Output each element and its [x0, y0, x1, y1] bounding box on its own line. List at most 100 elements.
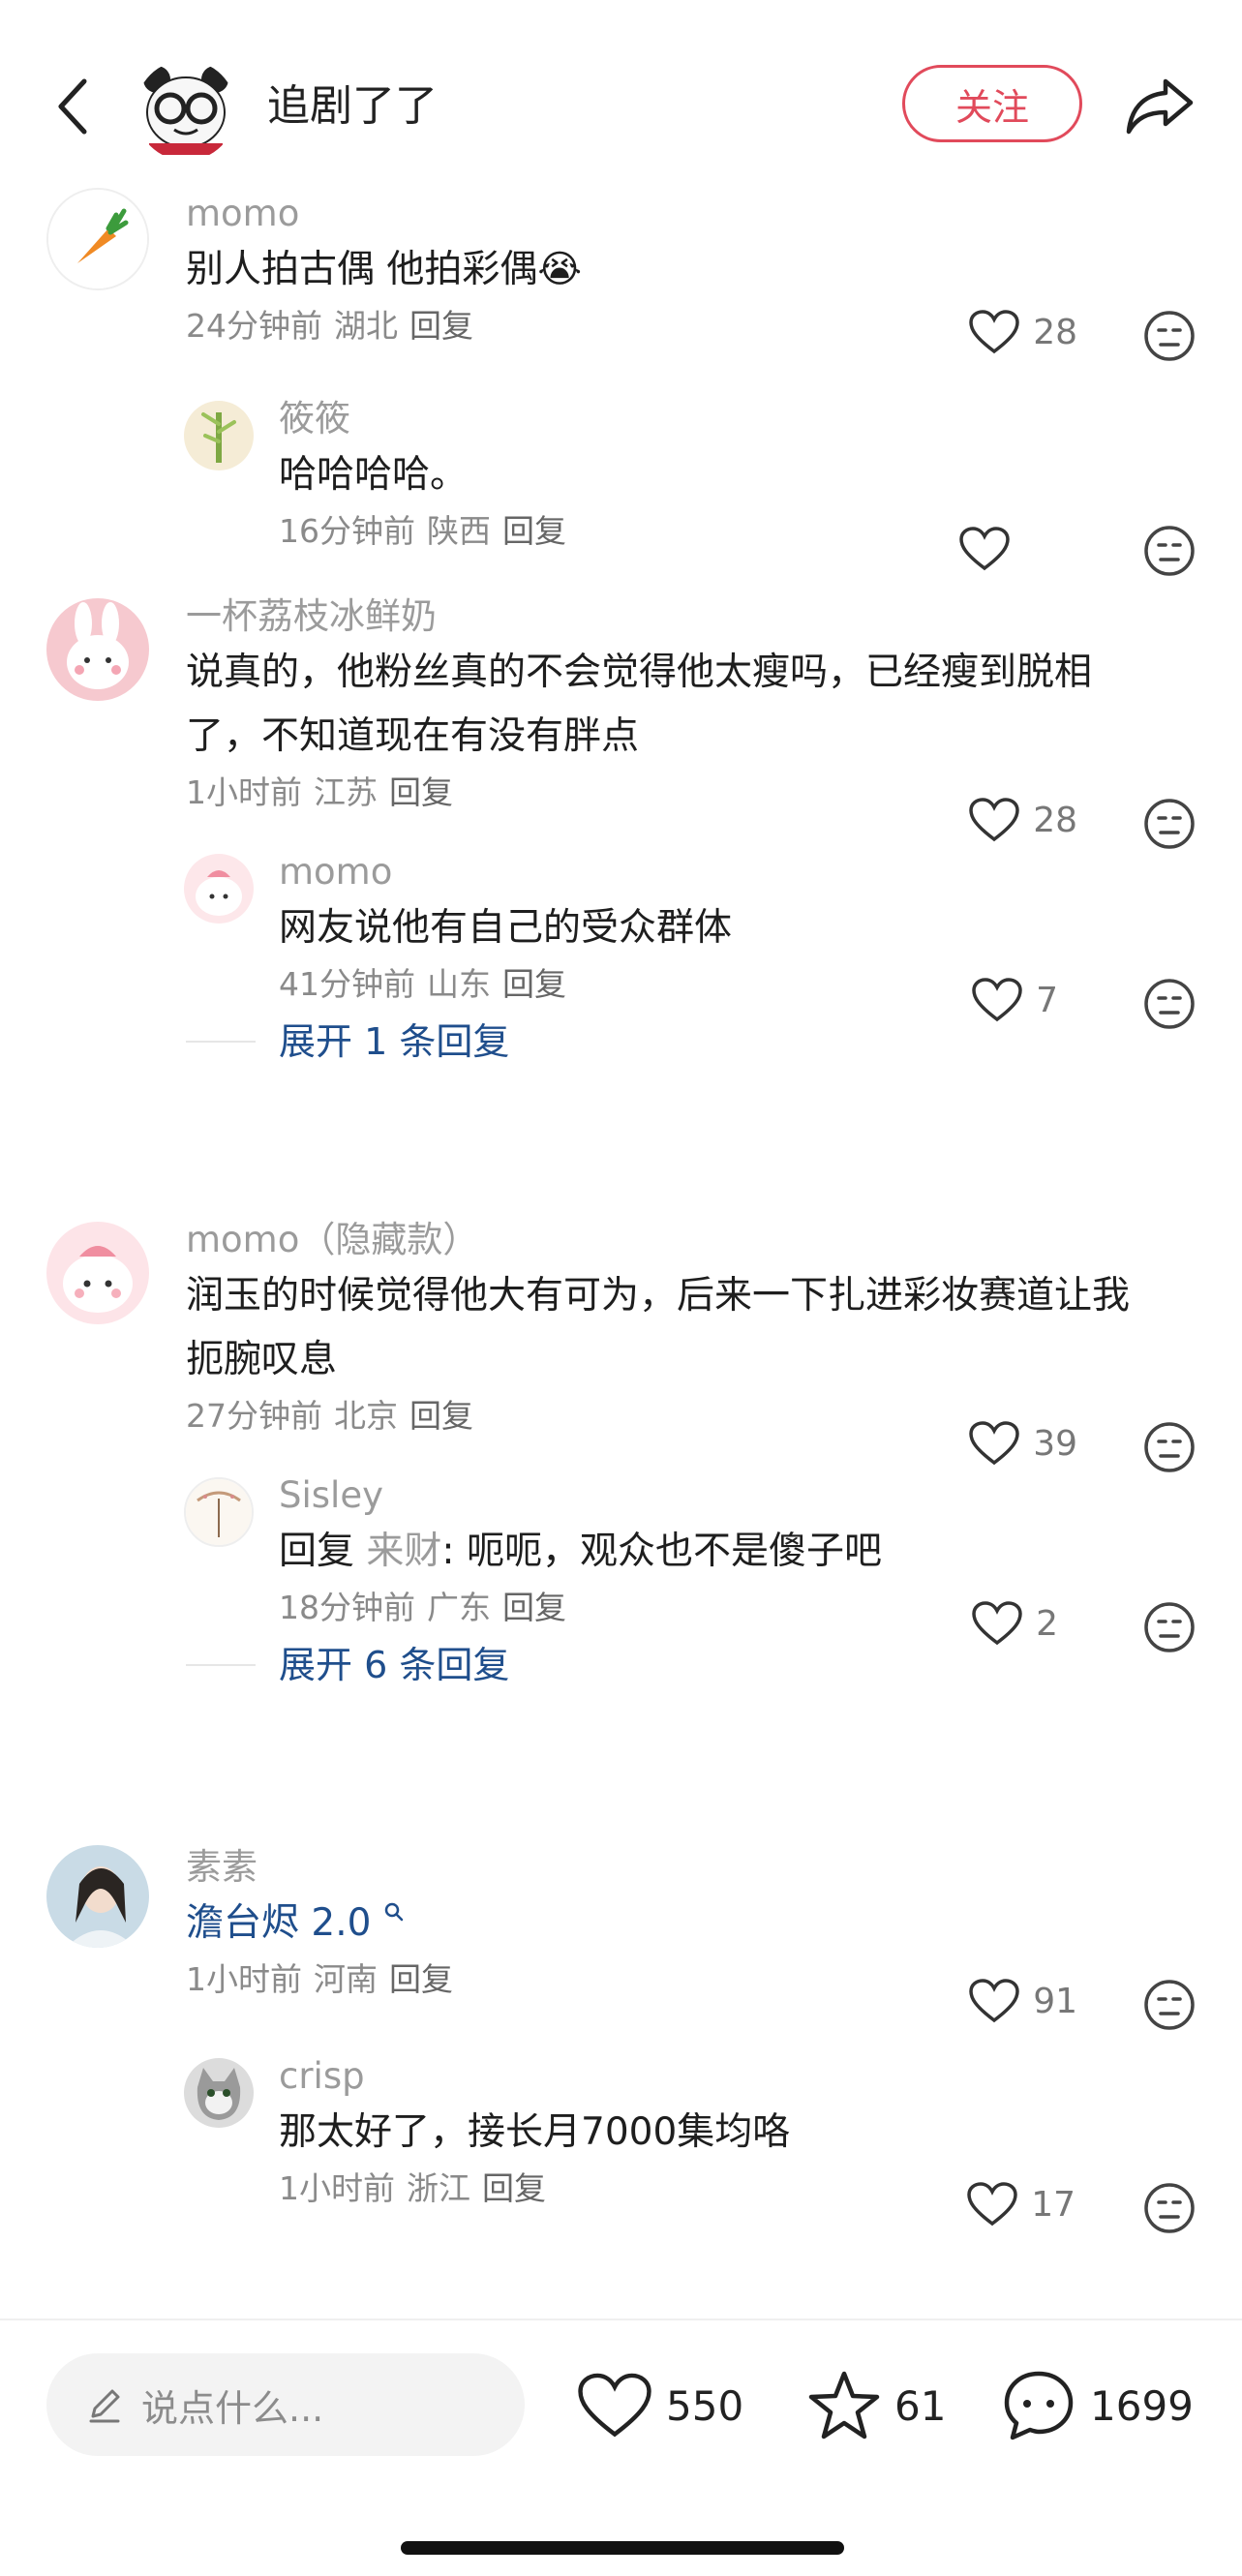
- like-post-button[interactable]: 550: [577, 2359, 743, 2452]
- comment-text: 回复 来财: 呃呃，观众也不是傻子吧: [279, 1520, 1136, 1584]
- like-count: 28: [1033, 800, 1077, 840]
- chevron-left-icon: [58, 78, 87, 135]
- avatar[interactable]: [46, 1845, 149, 1948]
- meh-face-icon[interactable]: [1143, 2182, 1196, 2234]
- expand-replies-label[interactable]: 展开 6 条回复: [279, 1640, 509, 1690]
- comment-username[interactable]: 一杯荔枝冰鲜奶: [186, 592, 1136, 641]
- like-button[interactable]: 91: [969, 1979, 1077, 2023]
- comment-username[interactable]: momo: [186, 190, 1136, 238]
- like-button[interactable]: 17: [967, 2182, 1075, 2227]
- like-button[interactable]: 28: [969, 310, 1077, 354]
- comment-thread: momo 别人拍古偶 他拍彩偶😭 24分钟前 湖北 回复 28 筱筱 哈哈哈哈。…: [0, 174, 1242, 585]
- quoted-username[interactable]: 来财: [366, 1530, 441, 1573]
- like-count: 17: [1031, 2184, 1075, 2225]
- reply-item[interactable]: momo 网友说他有自己的受众群体 41分钟前 山东 回复 7: [0, 848, 1242, 1029]
- meh-face-icon[interactable]: [1143, 1979, 1196, 2031]
- favorite-button[interactable]: 61: [807, 2359, 946, 2452]
- heart-icon: [969, 798, 1019, 842]
- panda-glasses-avatar-icon: [136, 60, 236, 161]
- meh-face-icon[interactable]: [1143, 1421, 1196, 1473]
- comment-thread: momo（隐藏款） 润玉的时候觉得他大有可为，后来一下扎进彩妆赛道让我扼腕叹息 …: [0, 1208, 1242, 1832]
- comment-time: 27分钟前: [186, 1397, 322, 1435]
- avatar[interactable]: [184, 2058, 254, 2128]
- comment-location: 广东: [427, 1589, 491, 1626]
- expand-replies[interactable]: 展开 6 条回复: [0, 1626, 1242, 1704]
- comment-list: momo 别人拍古偶 他拍彩偶😭 24分钟前 湖北 回复 28 筱筱 哈哈哈哈。…: [0, 174, 1242, 2277]
- comment-username[interactable]: 筱筱: [279, 395, 1136, 443]
- comment-username[interactable]: momo（隐藏款）: [186, 1216, 1136, 1264]
- avatar[interactable]: [46, 188, 149, 290]
- reply-link[interactable]: 回复: [389, 773, 453, 811]
- avatar[interactable]: [184, 401, 254, 470]
- cat-avatar-icon: [184, 2058, 254, 2128]
- comments-button[interactable]: 1699: [1001, 2359, 1194, 2452]
- comment-text: 别人拍古偶 他拍彩偶😭: [186, 238, 1136, 302]
- meh-face-icon[interactable]: [1143, 798, 1196, 850]
- carrot-avatar-icon: [48, 190, 147, 288]
- comment-text: 网友说他有自己的受众群体: [279, 906, 733, 950]
- reply-link[interactable]: 回复: [502, 965, 566, 1003]
- reply-item[interactable]: Sisley 回复 来财: 呃呃，观众也不是傻子吧 18分钟前 广东 回复 2: [0, 1471, 1242, 1652]
- comment-count: 1699: [1090, 2381, 1194, 2430]
- bottom-action-bar: 说点什么... 550 61 1699: [0, 2318, 1242, 2576]
- comment-item[interactable]: momo 别人拍古偶 他拍彩偶😭 24分钟前 湖北 回复 28: [0, 174, 1242, 395]
- heart-icon: [959, 527, 1010, 571]
- like-count: 39: [1033, 1423, 1077, 1464]
- comment-username[interactable]: 素素: [186, 1843, 1136, 1892]
- comment-username[interactable]: momo: [279, 848, 1136, 896]
- comment-text-body: 别人拍古偶 他拍彩偶: [186, 248, 538, 291]
- comment-time: 18分钟前: [279, 1589, 415, 1626]
- comment-location: 江苏: [314, 773, 378, 811]
- favorite-count: 61: [894, 2381, 947, 2430]
- expand-replies[interactable]: 展开 1 条回复: [0, 1003, 1242, 1080]
- post-like-count: 550: [666, 2381, 744, 2430]
- back-button[interactable]: [39, 63, 106, 150]
- comment-username[interactable]: Sisley: [279, 1471, 1136, 1520]
- divider: [186, 1041, 256, 1043]
- comment-text-body[interactable]: 澹台烬 2.0: [186, 1901, 371, 1945]
- comment-item[interactable]: momo（隐藏款） 润玉的时候觉得他大有可为，后来一下扎进彩妆赛道让我扼腕叹息 …: [0, 1208, 1242, 1473]
- comment-item[interactable]: 一杯荔枝冰鲜奶 说真的，他粉丝真的不会觉得他太瘦吗，已经瘦到脱相了，不知道现在有…: [0, 585, 1242, 850]
- meh-face-icon[interactable]: [1143, 525, 1196, 577]
- reply-link[interactable]: 回复: [409, 307, 473, 345]
- comment-location: 北京: [334, 1397, 398, 1435]
- comment-time: 41分钟前: [279, 965, 415, 1003]
- comment-location: 山东: [427, 965, 491, 1003]
- portrait-avatar-icon: [46, 1845, 149, 1948]
- avatar[interactable]: [184, 1477, 254, 1547]
- like-count: 91: [1033, 1981, 1077, 2021]
- reply-link[interactable]: 回复: [409, 1397, 473, 1435]
- meh-face-icon[interactable]: [1143, 310, 1196, 362]
- reply-item[interactable]: 筱筱 哈哈哈哈。 16分钟前 陕西 回复: [0, 395, 1242, 585]
- follow-button[interactable]: 关注: [902, 65, 1082, 142]
- reply-link[interactable]: 回复: [482, 2169, 546, 2207]
- avatar[interactable]: [184, 854, 254, 924]
- comment-text: 那太好了，接长月7000集均咯: [279, 2110, 791, 2154]
- heart-icon: [969, 1979, 1019, 2023]
- comment-input[interactable]: 说点什么...: [46, 2353, 525, 2456]
- expand-replies-label[interactable]: 展开 1 条回复: [279, 1016, 509, 1067]
- avatar[interactable]: [46, 1222, 149, 1324]
- comment-input-placeholder[interactable]: 说点什么...: [141, 2379, 323, 2432]
- share-button[interactable]: [1123, 68, 1197, 141]
- reply-prefix: 回复: [279, 1530, 367, 1573]
- comment-username[interactable]: crisp: [279, 2052, 1136, 2101]
- account-avatar[interactable]: [136, 60, 236, 161]
- comment-thread: 素素 澹台烬 2.0 1小时前 河南 回复 91 crisp 那太好了，接长月7…: [0, 1832, 1242, 2277]
- comment-time: 24分钟前: [186, 307, 322, 345]
- like-button[interactable]: 28: [969, 798, 1077, 842]
- reply-link[interactable]: 回复: [502, 512, 566, 550]
- like-count: 28: [1033, 312, 1077, 352]
- like-button[interactable]: [959, 527, 1023, 571]
- reply-item[interactable]: crisp 那太好了，接长月7000集均咯 1小时前 浙江 回复 17: [0, 2052, 1242, 2246]
- comment-text-link[interactable]: 澹台烬 2.0: [186, 1892, 1136, 1955]
- like-button[interactable]: 39: [969, 1421, 1077, 1466]
- comment-time: 1小时前: [279, 2169, 395, 2207]
- comment-location: 陕西: [427, 512, 491, 550]
- tree-sketch-avatar-icon: [186, 1479, 252, 1545]
- reply-link[interactable]: 回复: [389, 1960, 453, 1998]
- comment-item[interactable]: 素素 澹台烬 2.0 1小时前 河南 回复 91: [0, 1832, 1242, 2052]
- reply-link[interactable]: 回复: [502, 1589, 566, 1626]
- comment-text-body: : 呃呃，观众也不是傻子吧: [441, 1530, 882, 1573]
- avatar[interactable]: [46, 598, 149, 701]
